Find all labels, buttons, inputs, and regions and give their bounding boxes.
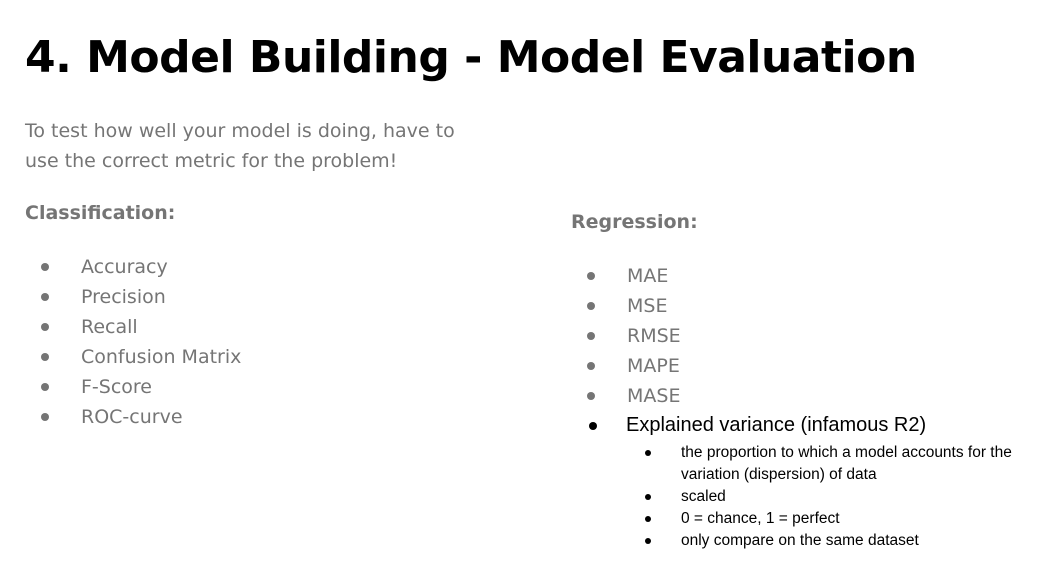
bullet-icon [645, 516, 651, 522]
slide-title: 4. Model Building - Model Evaluation [25, 32, 917, 83]
classification-heading: Classification: [25, 202, 176, 224]
list-item: Confusion Matrix [25, 342, 241, 372]
bullet-icon [645, 494, 651, 500]
bullet-icon [41, 293, 49, 301]
list-item: the proportion to which a model accounts… [642, 442, 1042, 486]
list-item: MSE [571, 291, 681, 321]
list-item: MASE [571, 381, 681, 411]
list-item: 0 = chance, 1 = perfect [642, 508, 1042, 530]
bullet-icon [587, 272, 595, 280]
classification-list: Accuracy Precision Recall Confusion Matr… [25, 252, 241, 432]
regression-list: MAE MSE RMSE MAPE MASE [571, 261, 681, 411]
bullet-icon [41, 353, 49, 361]
list-item: Precision [25, 282, 241, 312]
list-item: Recall [25, 312, 241, 342]
explained-variance-sublist: the proportion to which a model accounts… [642, 442, 1042, 552]
bullet-icon [41, 383, 49, 391]
bullet-icon [645, 538, 651, 544]
list-item: RMSE [571, 321, 681, 351]
bullet-icon [587, 392, 595, 400]
bullet-icon [587, 302, 595, 310]
slide-subtitle: To test how well your model is doing, ha… [25, 120, 455, 172]
bullet-icon [589, 422, 597, 430]
bullet-icon [645, 450, 651, 456]
explained-variance-item: Explained variance (infamous R2) [586, 411, 926, 439]
bullet-icon [41, 413, 49, 421]
list-item: F-Score [25, 372, 241, 402]
list-item: scaled [642, 486, 1042, 508]
bullet-icon [587, 362, 595, 370]
bullet-icon [41, 263, 49, 271]
list-item: only compare on the same dataset [642, 530, 1042, 552]
list-item: ROC-curve [25, 402, 241, 432]
list-item: Accuracy [25, 252, 241, 282]
bullet-icon [41, 323, 49, 331]
list-item: MAPE [571, 351, 681, 381]
bullet-icon [587, 332, 595, 340]
regression-heading: Regression: [571, 211, 698, 233]
list-item: MAE [571, 261, 681, 291]
